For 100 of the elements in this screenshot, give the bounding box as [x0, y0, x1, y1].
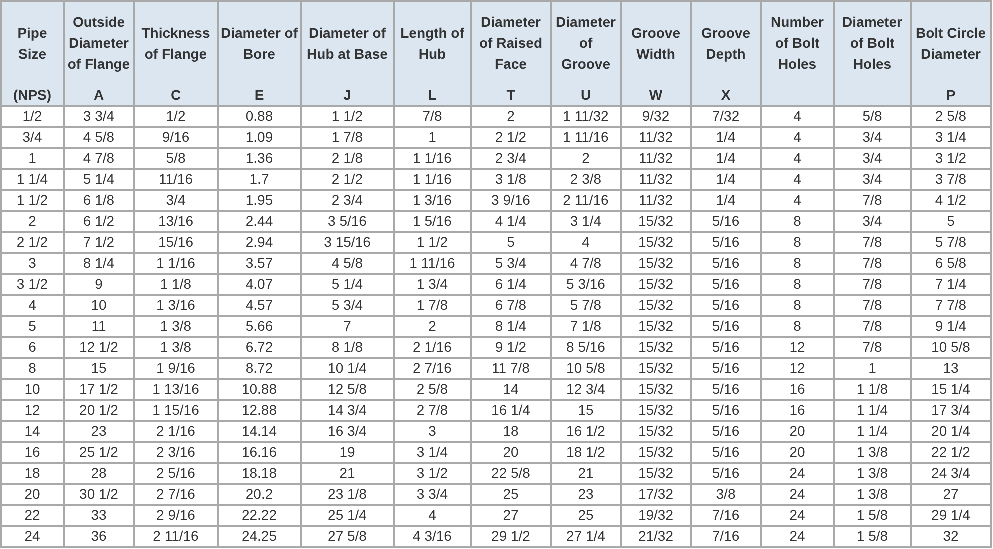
table-cell: 4 5/8: [64, 127, 134, 148]
table-cell: 11/32: [621, 148, 691, 169]
table-cell: 5 7/8: [551, 295, 621, 316]
table-cell: 4: [761, 190, 834, 211]
table-cell: 22.22: [218, 505, 301, 526]
table-cell: 4: [761, 106, 834, 127]
column-title: Number of Bolt Holes: [770, 13, 825, 74]
table-cell: 15/32: [621, 337, 691, 358]
column-letter: A: [94, 86, 104, 105]
table-cell: 4.07: [218, 274, 301, 295]
table-cell: 4 7/8: [551, 253, 621, 274]
table-cell: 15/32: [621, 358, 691, 379]
table-cell: 1 3/8: [134, 316, 218, 337]
table-cell: 1 7/8: [301, 127, 394, 148]
table-cell: 3 3/4: [394, 484, 471, 505]
table-cell: 5/16: [691, 316, 761, 337]
table-cell: 5/16: [691, 211, 761, 232]
table-cell: 16 1/4: [471, 400, 551, 421]
table-cell: 1 3/8: [834, 484, 911, 505]
table-cell: 9/32: [621, 106, 691, 127]
table-cell: 5/16: [691, 379, 761, 400]
table-cell: 15/32: [621, 442, 691, 463]
table-cell: 5/16: [691, 232, 761, 253]
table-cell: 15/32: [621, 211, 691, 232]
table-cell: 15/32: [621, 295, 691, 316]
column-letter: W: [649, 86, 663, 105]
table-cell: 14.14: [218, 421, 301, 442]
table-cell: 23: [551, 484, 621, 505]
table-cell: 9/16: [134, 127, 218, 148]
table-cell: 12: [761, 358, 834, 379]
table-cell: 1 11/16: [551, 127, 621, 148]
table-cell: 25 1/2: [64, 442, 134, 463]
table-cell: 36: [64, 526, 134, 547]
table-cell: 18: [1, 463, 64, 484]
table-cell: 11/32: [621, 169, 691, 190]
table-cell: 2 3/16: [134, 442, 218, 463]
table-cell: 2: [471, 106, 551, 127]
table-cell: 20 1/2: [64, 400, 134, 421]
table-cell: 24: [761, 484, 834, 505]
table-cell: 22 1/2: [911, 442, 991, 463]
table-cell: 8 1/8: [301, 337, 394, 358]
table-cell: 7/8: [834, 232, 911, 253]
table-cell: 10 5/8: [551, 358, 621, 379]
table-cell: 4 3/16: [394, 526, 471, 547]
table-cell: 27 5/8: [301, 526, 394, 547]
table-cell: 2 7/8: [394, 400, 471, 421]
table-cell: 10: [64, 295, 134, 316]
table-cell: 1 9/16: [134, 358, 218, 379]
table-cell: 15/32: [621, 463, 691, 484]
table-cell: 4: [1, 295, 64, 316]
table-cell: 1.36: [218, 148, 301, 169]
table-cell: 6 5/8: [911, 253, 991, 274]
table-cell: 1 1/8: [134, 274, 218, 295]
table-cell: 5/16: [691, 295, 761, 316]
table-cell: 1 1/2: [394, 232, 471, 253]
table-cell: 2: [551, 148, 621, 169]
table-cell: 2 5/8: [911, 106, 991, 127]
table-cell: 5/16: [691, 274, 761, 295]
table-cell: 8 1/4: [471, 316, 551, 337]
table-cell: 24.25: [218, 526, 301, 547]
column-title: Groove Width: [630, 24, 682, 64]
table-cell: 20.2: [218, 484, 301, 505]
table-cell: 3/4: [134, 190, 218, 211]
table-cell: 5 1/4: [64, 169, 134, 190]
table-cell: 1 5/8: [834, 505, 911, 526]
table-cell: 1 1/4: [834, 400, 911, 421]
table-cell: 4: [551, 232, 621, 253]
table-cell: 1/2: [134, 106, 218, 127]
table-cell: 24: [761, 526, 834, 547]
table-cell: 3: [1, 253, 64, 274]
table-cell: 3/4: [834, 148, 911, 169]
table-cell: 1 3/16: [394, 190, 471, 211]
table-cell: 18.18: [218, 463, 301, 484]
table-cell: 30 1/2: [64, 484, 134, 505]
table-cell: 1 1/16: [134, 253, 218, 274]
table-cell: 1 11/32: [551, 106, 621, 127]
table-cell: 7/8: [834, 337, 911, 358]
table-cell: 16: [761, 400, 834, 421]
table-cell: 7/8: [834, 274, 911, 295]
column-title: Diameter of Bore: [220, 24, 299, 64]
table-cell: 8.72: [218, 358, 301, 379]
table-cell: 22: [1, 505, 64, 526]
column-letter: X: [721, 86, 731, 105]
table-cell: 10 5/8: [911, 337, 991, 358]
table-cell: 25 1/4: [301, 505, 394, 526]
table-cell: 1 1/4: [1, 169, 64, 190]
table-cell: 1.09: [218, 127, 301, 148]
table-cell: 1 15/16: [134, 400, 218, 421]
table-cell: 3/4: [1, 127, 64, 148]
table-cell: 29 1/2: [471, 526, 551, 547]
table-cell: 2: [1, 211, 64, 232]
table-cell: 8: [761, 316, 834, 337]
table-cell: 3 1/2: [911, 148, 991, 169]
table-cell: 20: [761, 421, 834, 442]
table-cell: 1.95: [218, 190, 301, 211]
table-cell: 2 1/2: [471, 127, 551, 148]
table-cell: 24: [1, 526, 64, 547]
table-cell: 2 1/16: [134, 421, 218, 442]
table-cell: 11/32: [621, 190, 691, 211]
table-cell: 2 3/4: [471, 148, 551, 169]
